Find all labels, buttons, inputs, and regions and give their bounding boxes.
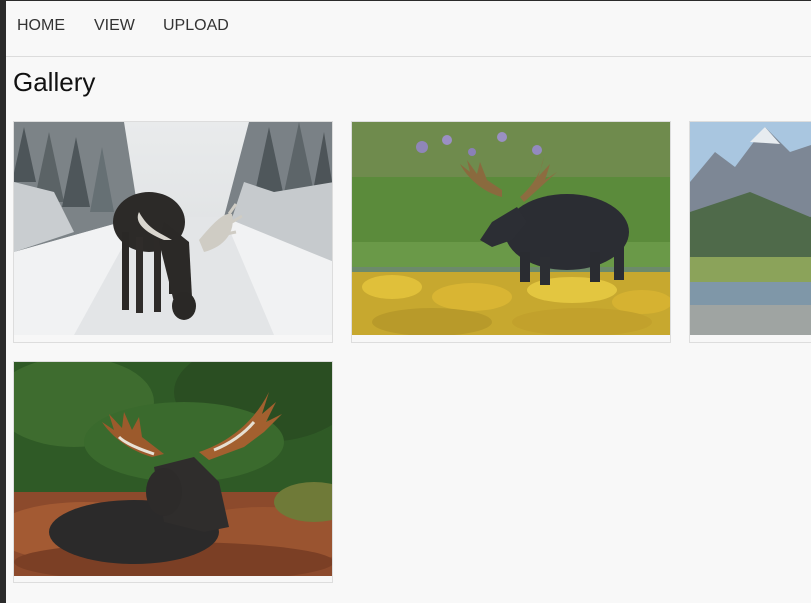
page-title: Gallery	[13, 67, 96, 97]
browser-viewport: HOME VIEW UPLOAD Gallery	[0, 0, 811, 603]
moose-pond-photo	[352, 122, 670, 335]
gallery-photo-1[interactable]	[13, 121, 333, 343]
top-navbar: HOME VIEW UPLOAD	[6, 1, 811, 57]
nav-upload-link[interactable]: UPLOAD	[163, 17, 229, 35]
gallery-photo-2[interactable]	[351, 121, 671, 343]
gallery-photo-4[interactable]	[13, 361, 333, 583]
mountain-lake-photo	[690, 122, 811, 335]
gallery-photo-3[interactable]	[689, 121, 811, 343]
nav-home-link[interactable]: HOME	[17, 17, 65, 35]
window-left-edge	[0, 0, 6, 603]
moose-snow-photo	[14, 122, 332, 335]
nav-view-link[interactable]: VIEW	[94, 17, 135, 35]
moose-meadow-photo	[14, 362, 332, 576]
